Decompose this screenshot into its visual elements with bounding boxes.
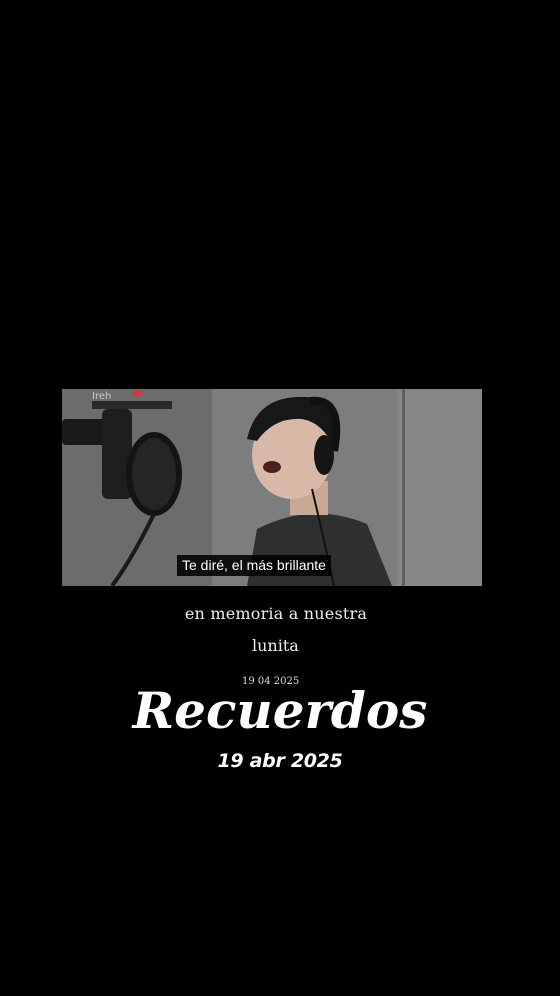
memorial-caption-line1: en memoria a nuestra <box>184 604 368 623</box>
heart-icon: ❤ <box>132 389 143 403</box>
memorial-caption-line2: lunita <box>252 636 299 655</box>
video-watermark: Ireh <box>92 391 112 402</box>
video-subtitle: Te diré, el más brillante <box>177 555 331 576</box>
video-frame[interactable]: Ireh ❤ Te diré, el más brillante <box>62 389 482 586</box>
memories-title: Recuerdos <box>132 681 428 740</box>
memory-date: 19 abr 2025 <box>217 750 343 772</box>
